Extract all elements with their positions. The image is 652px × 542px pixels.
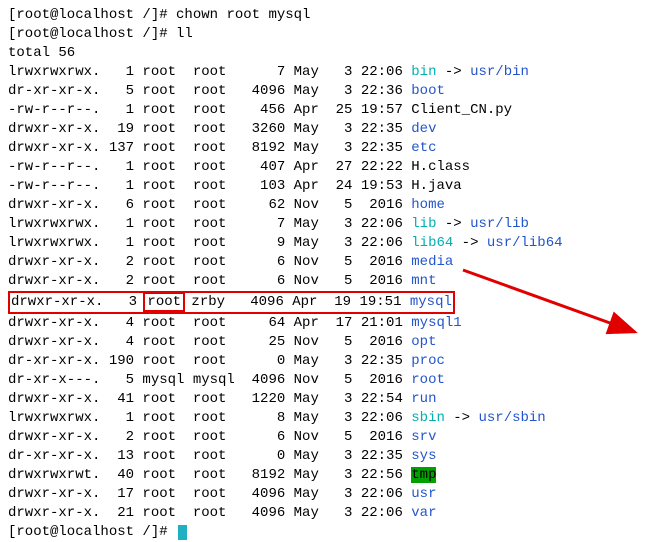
file-row: drwxr-xr-x. 19 root root 3260 May 3 22:3… xyxy=(8,120,644,139)
file-row: drwxr-xr-x. 2 root root 6 Nov 5 2016 mnt xyxy=(8,272,644,291)
file-row-highlighted: drwxr-xr-x. 3 root zrby 4096 Apr 19 19:5… xyxy=(8,291,644,314)
file-row: drwxr-xr-x. 41 root root 1220 May 3 22:5… xyxy=(8,390,644,409)
terminal-output: [root@localhost /]# chown root mysql[roo… xyxy=(8,6,644,542)
file-row: drwxr-xr-x. 21 root root 4096 May 3 22:0… xyxy=(8,504,644,523)
file-row: dr-xr-x---. 5 mysql mysql 4096 Nov 5 201… xyxy=(8,371,644,390)
file-row: lrwxrwxrwx. 1 root root 9 May 3 22:06 li… xyxy=(8,234,644,253)
file-row: drwxr-xr-x. 2 root root 6 Nov 5 2016 srv xyxy=(8,428,644,447)
file-row: lrwxrwxrwx. 1 root root 7 May 3 22:06 bi… xyxy=(8,63,644,82)
total-line: total 56 xyxy=(8,44,644,63)
file-row: drwxr-xr-x. 6 root root 62 Nov 5 2016 ho… xyxy=(8,196,644,215)
file-row: drwxrwxrwt. 40 root root 8192 May 3 22:5… xyxy=(8,466,644,485)
file-row: -rw-r--r--. 1 root root 407 Apr 27 22:22… xyxy=(8,158,644,177)
file-row: -rw-r--r--. 1 root root 456 Apr 25 19:57… xyxy=(8,101,644,120)
file-row: lrwxrwxrwx. 1 root root 7 May 3 22:06 li… xyxy=(8,215,644,234)
file-row: dr-xr-xr-x. 190 root root 0 May 3 22:35 … xyxy=(8,352,644,371)
file-row: drwxr-xr-x. 2 root root 6 Nov 5 2016 med… xyxy=(8,253,644,272)
command-line-2: [root@localhost /]# ll xyxy=(8,25,644,44)
cursor xyxy=(178,525,187,540)
file-row: dr-xr-xr-x. 13 root root 0 May 3 22:35 s… xyxy=(8,447,644,466)
prompt-waiting[interactable]: [root@localhost /]# xyxy=(8,523,644,542)
file-row: drwxr-xr-x. 17 root root 4096 May 3 22:0… xyxy=(8,485,644,504)
command-line-1: [root@localhost /]# chown root mysql xyxy=(8,6,644,25)
file-row: lrwxrwxrwx. 1 root root 8 May 3 22:06 sb… xyxy=(8,409,644,428)
file-row: drwxr-xr-x. 137 root root 8192 May 3 22:… xyxy=(8,139,644,158)
file-row: dr-xr-xr-x. 5 root root 4096 May 3 22:36… xyxy=(8,82,644,101)
file-row: -rw-r--r--. 1 root root 103 Apr 24 19:53… xyxy=(8,177,644,196)
file-row: drwxr-xr-x. 4 root root 25 Nov 5 2016 op… xyxy=(8,333,644,352)
file-row: drwxr-xr-x. 4 root root 64 Apr 17 21:01 … xyxy=(8,314,644,333)
